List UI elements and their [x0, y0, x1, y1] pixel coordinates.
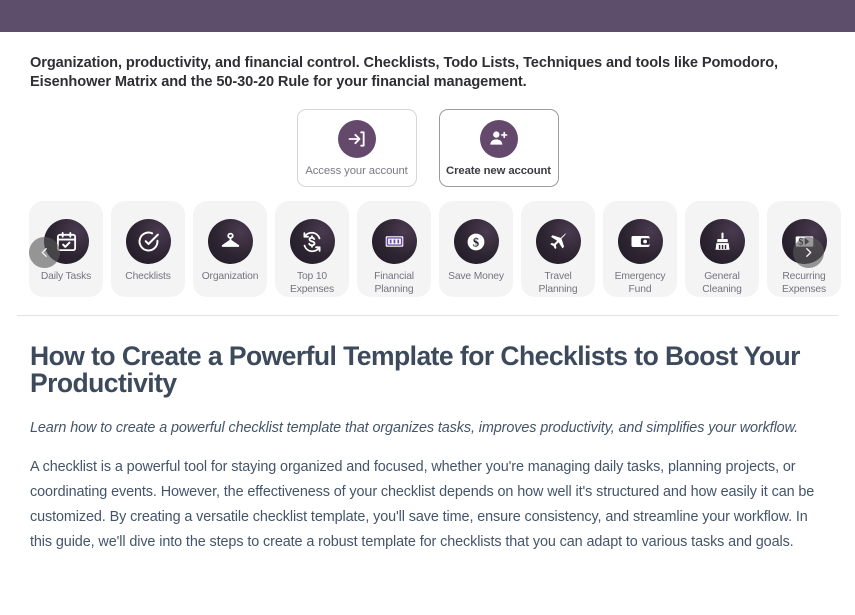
category-card-financial-planning[interactable]: Financial Planning [357, 201, 431, 297]
category-card-organization[interactable]: Organization [193, 201, 267, 297]
clothes-hanger-icon [207, 219, 253, 264]
category-label: Recurring Expenses [781, 271, 827, 295]
banknote-icon [371, 219, 417, 264]
category-carousel: Daily Tasks Checklists Organization Top … [0, 201, 855, 303]
carousel-track[interactable]: Daily Tasks Checklists Organization Top … [0, 201, 855, 303]
category-label: Save Money [448, 271, 504, 282]
carousel-prev-button[interactable] [29, 237, 60, 268]
account-actions: Access your account Create new account [0, 109, 855, 187]
carousel-next-button[interactable] [793, 237, 824, 268]
category-card-checklists[interactable]: Checklists [111, 201, 185, 297]
svg-text:$: $ [473, 235, 479, 249]
check-circle-icon [125, 219, 171, 264]
category-label: Top 10 Expenses [289, 271, 335, 295]
sign-in-icon [337, 119, 376, 158]
category-label: General Cleaning [702, 271, 742, 295]
category-label: Daily Tasks [40, 271, 92, 282]
section-divider [17, 315, 838, 316]
money-refresh-icon [289, 219, 335, 264]
article-body-paragraph: A checklist is a powerful tool for stayi… [30, 459, 815, 550]
wallet-icon [617, 219, 663, 264]
category-label: Emergency Fund [614, 271, 666, 295]
access-account-button[interactable]: Access your account [296, 109, 417, 187]
create-account-label: Create new account [446, 164, 551, 177]
site-tagline: Organization, productivity, and financia… [30, 55, 778, 90]
category-label: Travel Planning [538, 271, 578, 295]
category-label: Financial Planning [374, 271, 414, 295]
create-account-button[interactable]: Create new account [438, 109, 559, 187]
category-card-general-cleaning[interactable]: General Cleaning [685, 201, 759, 297]
category-card-emergency-fund[interactable]: Emergency Fund [603, 201, 677, 297]
user-plus-icon [479, 119, 518, 158]
chevron-left-icon [38, 246, 51, 259]
access-account-label: Access your account [305, 164, 408, 177]
chevron-right-icon [802, 246, 815, 259]
top-header-bar [0, 0, 855, 32]
category-label: Organization [201, 271, 259, 282]
article-subtitle: Learn how to create a powerful checklist… [30, 420, 798, 436]
article-title: How to Create a Powerful Template for Ch… [30, 341, 800, 398]
category-card-top-10-expenses[interactable]: Top 10 Expenses [275, 201, 349, 297]
category-card-save-money[interactable]: $ Save Money [439, 201, 513, 297]
dollar-coin-icon: $ [453, 219, 499, 264]
broom-icon [699, 219, 745, 264]
airplane-icon [535, 219, 581, 264]
category-card-travel-planning[interactable]: Travel Planning [521, 201, 595, 297]
category-label: Checklists [125, 271, 171, 282]
article-container: How to Create a Powerful Template for Ch… [0, 343, 855, 555]
